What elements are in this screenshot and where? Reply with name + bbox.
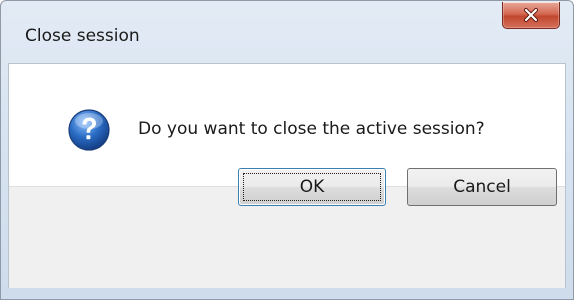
dialog-window: Close session Do you want to close the a… <box>0 0 574 300</box>
ok-button-label: OK <box>299 177 325 197</box>
close-x-icon <box>523 8 539 22</box>
window-title: Close session <box>25 26 140 46</box>
question-icon <box>67 108 111 152</box>
cancel-button[interactable]: Cancel <box>407 168 557 206</box>
message-text: Do you want to close the active session? <box>138 119 485 139</box>
title-bar[interactable]: Close session <box>1 1 573 61</box>
dialog-content: Do you want to close the active session?… <box>8 63 566 288</box>
close-button[interactable] <box>502 2 560 29</box>
ok-button[interactable]: OK <box>238 168 386 206</box>
cancel-button-label: Cancel <box>453 177 511 197</box>
